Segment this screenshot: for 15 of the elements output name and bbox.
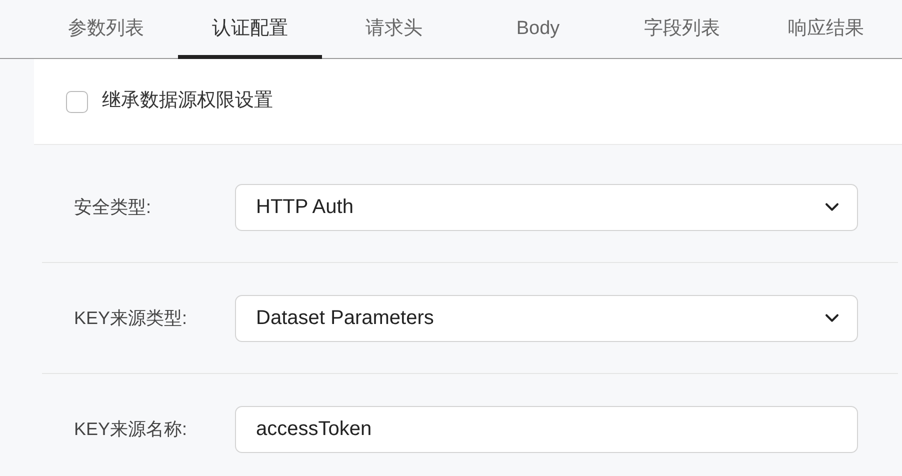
tab[interactable]: 响应结果: [754, 0, 898, 59]
checkbox-label: 继承数据源权限设置: [102, 89, 273, 114]
tab[interactable]: 参数列表: [34, 0, 178, 59]
tab[interactable]: 字段列表: [610, 0, 754, 59]
select-value: Dataset Parameters: [256, 306, 434, 331]
input-field[interactable]: accessToken: [235, 406, 858, 453]
field-label: KEY来源类型:: [73, 306, 188, 330]
tab[interactable]: 请求头: [322, 0, 466, 59]
select-field[interactable]: Dataset Parameters: [235, 294, 858, 342]
checkbox[interactable]: [66, 90, 88, 112]
field-label: KEY来源名称:: [73, 418, 188, 441]
select-field[interactable]: HTTP Auth: [235, 184, 858, 230]
tab[interactable]: Body: [466, 0, 610, 59]
select-value: HTTP Auth: [256, 195, 354, 220]
field-label: 安全类型:: [73, 196, 152, 218]
